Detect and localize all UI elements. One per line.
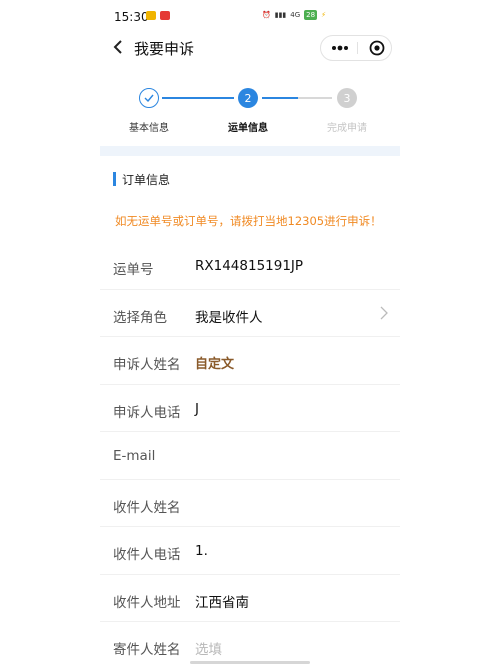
tracking-number-input[interactable]: RX144815191JP	[195, 258, 303, 274]
field-label: 收件人电话	[113, 547, 181, 563]
status-time: 15:30	[114, 10, 149, 24]
step-connector	[262, 97, 298, 99]
step-3-pending: 3	[337, 88, 357, 108]
step-connector	[162, 97, 234, 99]
sender-name-input[interactable]: 选填	[195, 638, 222, 658]
complainant-name-input[interactable]: 自定文	[195, 353, 234, 372]
page-title: 我要申诉	[134, 40, 195, 58]
section-header: 订单信息	[100, 162, 400, 196]
form-row-recipient-address[interactable]: 收件人地址 江西省南	[100, 575, 400, 622]
notice-text: 如无运单号或订单号，请拨打当地12305进行申诉！	[115, 214, 382, 228]
close-circle-icon	[369, 40, 385, 56]
chevron-right-icon	[380, 306, 388, 319]
step-1-label: 基本信息	[129, 123, 169, 134]
chevron-left-icon	[113, 40, 122, 54]
back-button[interactable]	[108, 36, 128, 58]
more-button[interactable]	[325, 36, 355, 60]
form-row-recipient-name[interactable]: 收件人姓名	[100, 480, 400, 527]
form-row-tracking-number[interactable]: 运单号 RX144815191JP	[100, 242, 400, 290]
field-label: 申诉人电话	[113, 404, 181, 421]
miniprogram-capsule	[320, 35, 392, 61]
step-3-label: 完成申请	[327, 123, 367, 134]
step-3-number: 3	[343, 91, 351, 105]
step-2-label: 运单信息	[228, 123, 268, 134]
status-indicators: ⏰ ▮▮▮ 4G 28 ⚡	[262, 10, 326, 20]
form-row-email[interactable]: E-mail	[100, 432, 400, 480]
notification-icon	[146, 11, 156, 20]
charging-icon: ⚡	[321, 11, 327, 19]
form-row-complainant-phone[interactable]: 申诉人电话 J	[100, 385, 400, 432]
step-2-active: 2	[238, 88, 258, 108]
close-button[interactable]	[365, 36, 389, 60]
status-bar: 15:30 ⏰ ▮▮▮ 4G 28 ⚡	[0, 0, 500, 32]
navigation-bar: 我要申诉	[0, 30, 500, 66]
field-label: 选择角色	[113, 309, 167, 326]
field-label: E-mail	[113, 448, 156, 464]
step-2-number: 2	[244, 91, 252, 105]
step-1-done-icon	[139, 88, 159, 108]
step-connector-pending	[298, 97, 332, 99]
field-label: 运单号	[113, 262, 154, 278]
section-accent-bar	[113, 172, 116, 186]
complainant-phone-input[interactable]: J	[195, 401, 199, 417]
progress-stepper: 2 3 基本信息 运单信息 完成申请	[100, 82, 400, 136]
role-select[interactable]: 我是收件人	[195, 306, 263, 326]
form-row-recipient-phone[interactable]: 收件人电话 1.	[100, 527, 400, 575]
field-label: 收件人地址	[113, 594, 181, 611]
notification-icon	[160, 11, 170, 20]
field-label: 寄件人姓名	[113, 642, 181, 658]
recipient-phone-input[interactable]: 1.	[195, 543, 208, 559]
notification-icons	[146, 11, 170, 20]
network-type: 4G	[290, 11, 301, 19]
capsule-divider	[357, 42, 358, 54]
form-row-role[interactable]: 选择角色 我是收件人	[100, 290, 400, 337]
more-dots-icon	[332, 45, 348, 51]
field-label: 申诉人姓名	[113, 357, 181, 373]
form-row-complainant-name[interactable]: 申诉人姓名 自定文	[100, 337, 400, 385]
section-divider	[100, 146, 400, 156]
signal-icon: ▮▮▮	[274, 11, 287, 19]
section-title: 订单信息	[122, 173, 171, 187]
alarm-icon: ⏰	[262, 11, 271, 19]
field-label: 收件人姓名	[113, 499, 181, 516]
check-icon	[144, 94, 154, 102]
battery-icon: 28	[304, 10, 318, 20]
order-form: 运单号 RX144815191JP 选择角色 我是收件人 申诉人姓名 自定文 申…	[100, 242, 400, 669]
home-indicator	[190, 661, 310, 664]
recipient-address-input[interactable]: 江西省南	[195, 591, 249, 611]
